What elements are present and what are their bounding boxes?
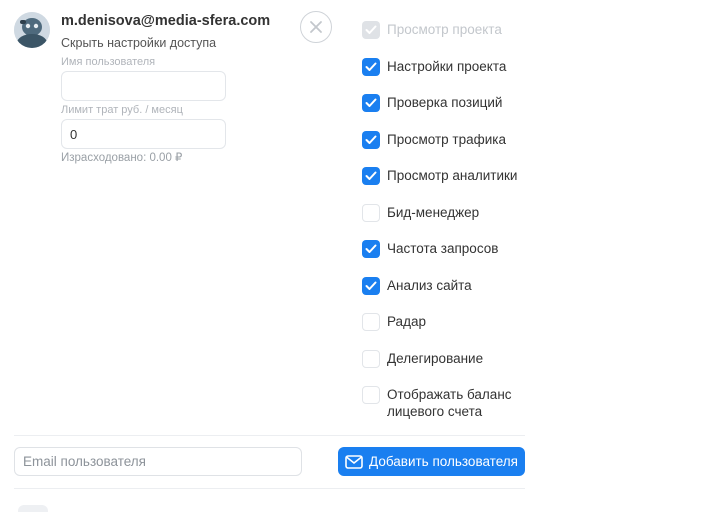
spent-amount: Израсходовано: 0.00 ₽	[61, 152, 183, 164]
permission-checkbox[interactable]	[362, 277, 380, 295]
permission-label: Радар	[387, 314, 426, 329]
permission-label: Просмотр проекта	[387, 22, 502, 37]
permission-item[interactable]: Отображать баланс лицевого счета	[362, 386, 527, 420]
spend-limit-label: Лимит трат руб. / месяц	[61, 104, 183, 116]
permission-checkbox[interactable]	[362, 131, 380, 149]
permission-checkbox[interactable]	[362, 167, 380, 185]
divider	[14, 435, 525, 436]
add-user-button-label: Добавить пользователя	[369, 454, 518, 469]
permission-checkbox[interactable]	[362, 240, 380, 258]
permission-checkbox[interactable]	[362, 204, 380, 222]
mail-icon	[345, 454, 363, 469]
permission-checkbox[interactable]	[362, 58, 380, 76]
check-icon	[365, 171, 377, 180]
permission-item[interactable]: Радар	[362, 313, 426, 331]
username-label: Имя пользователя	[61, 56, 156, 68]
permission-label: Анализ сайта	[387, 278, 472, 293]
permission-label: Бид-менеджер	[387, 205, 480, 220]
avatar-image	[14, 12, 50, 48]
close-icon	[310, 21, 322, 33]
spend-limit-input[interactable]	[61, 119, 226, 149]
divider	[14, 488, 525, 489]
permission-item[interactable]: Просмотр аналитики	[362, 167, 517, 185]
permission-checkbox[interactable]	[362, 350, 380, 368]
close-button[interactable]	[300, 11, 332, 43]
permission-item[interactable]: Делегирование	[362, 350, 483, 368]
permission-checkbox[interactable]	[362, 94, 380, 112]
next-row-avatar	[18, 505, 48, 512]
permission-item[interactable]: Частота запросов	[362, 240, 498, 258]
add-user-button[interactable]: Добавить пользователя	[338, 447, 525, 476]
check-icon	[365, 281, 377, 290]
permission-label: Настройки проекта	[387, 59, 507, 74]
permission-checkbox	[362, 21, 380, 39]
permission-label: Просмотр трафика	[387, 132, 506, 147]
user-email: m.denisova@media-sfera.com	[61, 13, 271, 29]
permission-item[interactable]: Просмотр трафика	[362, 131, 506, 149]
permission-item[interactable]: Настройки проекта	[362, 58, 506, 76]
permission-label: Просмотр аналитики	[387, 168, 518, 183]
check-icon	[365, 62, 377, 71]
check-icon	[365, 25, 377, 34]
avatar	[14, 12, 50, 48]
check-icon	[365, 135, 377, 144]
permission-item[interactable]: Бид-менеджер	[362, 204, 479, 222]
username-input[interactable]	[61, 71, 226, 101]
permission-checkbox[interactable]	[362, 313, 380, 331]
permission-item: Просмотр проекта	[362, 21, 502, 39]
hide-access-settings-link[interactable]: Скрыть настройки доступа	[61, 36, 216, 50]
permission-label: Отображать баланс лицевого счета	[387, 387, 512, 419]
permission-label: Частота запросов	[387, 241, 499, 256]
permission-checkbox[interactable]	[362, 386, 380, 404]
permission-item[interactable]: Анализ сайта	[362, 277, 472, 295]
permission-item[interactable]: Проверка позиций	[362, 94, 502, 112]
user-email-input[interactable]	[14, 447, 302, 476]
permission-label: Проверка позиций	[387, 95, 503, 110]
permission-label: Делегирование	[387, 351, 484, 366]
check-icon	[365, 244, 377, 253]
check-icon	[365, 98, 377, 107]
